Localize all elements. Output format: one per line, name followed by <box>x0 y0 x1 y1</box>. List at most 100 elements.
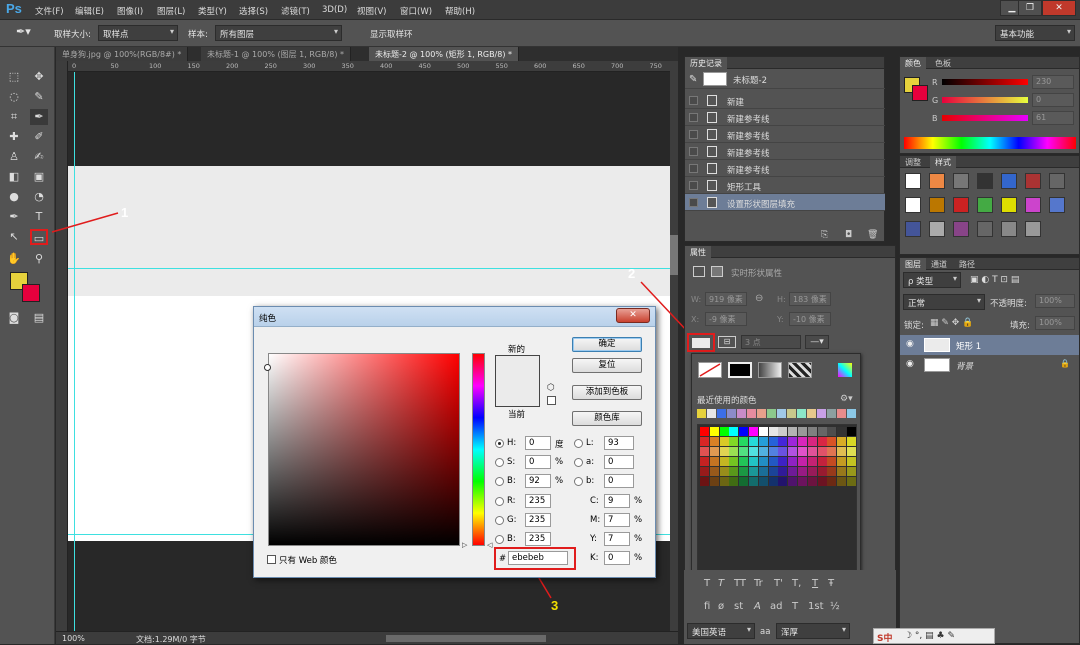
color-picker-icon[interactable] <box>838 363 852 377</box>
stylistic-alternates-button[interactable]: ad <box>770 601 782 612</box>
b-radio[interactable] <box>495 477 504 486</box>
eraser-tool-icon[interactable]: ◧ <box>5 169 23 185</box>
style-preset[interactable] <box>905 197 921 213</box>
visibility-eye-icon[interactable]: ◉ <box>906 339 914 349</box>
camera-icon[interactable]: ◘ <box>845 230 852 240</box>
recent-color-swatch[interactable] <box>817 409 826 418</box>
tab-properties[interactable]: 属性 <box>685 246 711 258</box>
swatch-cell[interactable] <box>798 447 807 456</box>
swatch-cell[interactable] <box>798 477 807 486</box>
swatch-cell[interactable] <box>817 447 827 456</box>
tab-history[interactable]: 历史记录 <box>685 57 727 69</box>
gradient-tool-icon[interactable]: ▣ <box>30 169 48 185</box>
titling-button[interactable]: T <box>792 601 798 612</box>
history-snapshot[interactable]: ✎ 未标题-2 <box>685 70 885 89</box>
swatch-cell[interactable] <box>837 427 847 436</box>
style-preset[interactable] <box>929 173 945 189</box>
style-preset[interactable] <box>953 197 969 213</box>
hue-slider[interactable] <box>472 353 485 546</box>
move-tool-icon[interactable]: ✥ <box>30 69 48 85</box>
a-field[interactable]: 0 <box>604 455 634 469</box>
swatch-cell[interactable] <box>758 457 768 466</box>
menu-help[interactable]: 帮助(H) <box>445 5 475 17</box>
swatch-cell[interactable] <box>807 427 817 436</box>
history-brush-source-icon[interactable]: ✎ <box>689 74 697 85</box>
style-preset[interactable] <box>977 197 993 213</box>
faux-bold-button[interactable]: T <box>704 578 710 589</box>
close-window-button[interactable]: ✕ <box>1042 0 1076 16</box>
sample-select[interactable]: 所有图层 <box>215 25 342 41</box>
recent-color-swatch[interactable] <box>777 409 786 418</box>
l-radio[interactable] <box>574 439 583 448</box>
pattern-icon[interactable] <box>788 362 812 378</box>
history-checkbox[interactable] <box>689 198 698 207</box>
swatch-cell[interactable] <box>768 457 778 466</box>
history-brush-icon[interactable]: ✍ <box>30 149 48 165</box>
ok-button[interactable]: 确定 <box>572 337 642 352</box>
style-preset[interactable] <box>1025 197 1041 213</box>
swatch-cell[interactable] <box>817 467 827 476</box>
swatch-cell[interactable] <box>837 467 847 476</box>
x-field[interactable]: -9 像素 <box>705 312 747 326</box>
fill-swatch-button[interactable] <box>687 333 715 352</box>
layer-filter-icons[interactable]: ▣ ◐ T ⊡ ▤ <box>970 275 1019 285</box>
swatch-cell[interactable] <box>827 427 837 436</box>
swatch-cell[interactable] <box>749 477 758 486</box>
horizontal-scrollbar[interactable] <box>386 635 546 642</box>
cube-warning-icon[interactable]: ⬡ <box>547 383 555 393</box>
zoom-tool-icon[interactable]: ⚲ <box>30 251 48 267</box>
swatch-cell[interactable] <box>709 427 719 436</box>
g-slider[interactable] <box>942 97 1028 103</box>
history-item[interactable]: 新建参考线 <box>685 109 885 126</box>
swatch-cell[interactable] <box>788 427 798 436</box>
swatch-cell[interactable] <box>729 447 739 456</box>
eyedropper-tool-icon[interactable]: ✒ <box>30 109 48 125</box>
swatch-cell[interactable] <box>807 467 817 476</box>
swatch-cell[interactable] <box>758 427 768 436</box>
ordinals-button[interactable]: 1st <box>808 601 824 612</box>
swatch-grid[interactable] <box>697 424 857 574</box>
y-field[interactable]: 7 <box>604 532 630 546</box>
swatch-cell[interactable] <box>739 467 749 476</box>
swatch-cell[interactable] <box>749 467 758 476</box>
s-field[interactable]: 0 <box>525 455 551 469</box>
recent-color-swatch[interactable] <box>847 409 856 418</box>
swatch-cell[interactable] <box>739 477 749 486</box>
history-item[interactable]: 新建参考线 <box>685 126 885 143</box>
recent-color-swatch[interactable] <box>827 409 836 418</box>
quick-select-tool-icon[interactable]: ✎ <box>30 89 48 105</box>
swatch-cell[interactable] <box>768 447 778 456</box>
swatch-cell[interactable] <box>798 467 807 476</box>
style-preset[interactable] <box>929 221 945 237</box>
color-spectrum-bar[interactable] <box>904 137 1076 149</box>
style-preset[interactable] <box>1049 197 1065 213</box>
b-slider[interactable] <box>942 115 1028 121</box>
b-field[interactable]: 92 <box>525 474 551 488</box>
swatch-cell[interactable] <box>749 437 758 446</box>
height-field[interactable]: 183 像素 <box>789 292 831 306</box>
stamp-tool-icon[interactable]: ♙ <box>5 149 23 165</box>
style-preset[interactable] <box>929 197 945 213</box>
tab-document-3[interactable]: 未标题-2 @ 100% (矩形 1, RGB/8) * <box>369 47 520 61</box>
faux-italic-button[interactable]: T <box>718 578 724 589</box>
recent-color-swatch[interactable] <box>807 409 816 418</box>
swatch-cell[interactable] <box>700 477 709 486</box>
swatch-cell[interactable] <box>719 427 729 436</box>
blue-radio[interactable] <box>495 535 504 544</box>
swatch-cell[interactable] <box>847 467 856 476</box>
r-field[interactable]: 235 <box>525 494 551 508</box>
b-field[interactable]: 61 <box>1032 111 1074 125</box>
swatch-cell[interactable] <box>788 477 798 486</box>
swatch-cell[interactable] <box>807 477 817 486</box>
style-preset[interactable] <box>953 173 969 189</box>
swatch-cell[interactable] <box>837 437 847 446</box>
underline-button[interactable]: T <box>812 578 818 589</box>
old-style-button[interactable]: ø <box>718 601 724 612</box>
ligature-button[interactable]: fi <box>704 601 710 612</box>
swatch-cell[interactable] <box>827 457 837 466</box>
opacity-field[interactable]: 100% <box>1035 294 1075 308</box>
swatch-cell[interactable] <box>778 467 788 476</box>
swatch-cell[interactable] <box>739 447 749 456</box>
reset-button[interactable]: 复位 <box>572 358 642 373</box>
style-preset[interactable] <box>1001 173 1017 189</box>
